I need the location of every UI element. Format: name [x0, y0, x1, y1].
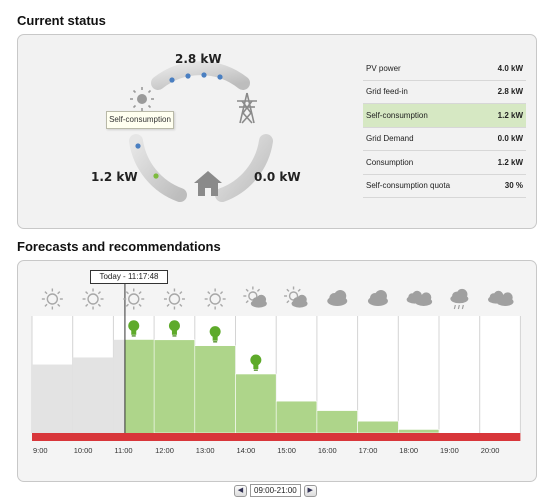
status-row-self-consumption-quota: Self-consumption quota 30 % — [363, 175, 526, 198]
self-consumption-dot — [153, 173, 159, 179]
status-row-grid-feed-in: Grid feed-in 2.8 kW — [363, 81, 526, 104]
rain-cloud-icon — [450, 288, 469, 310]
ring-segment-left — [129, 134, 187, 202]
clouds-icon — [488, 290, 514, 306]
row-label: Grid feed-in — [366, 87, 408, 97]
forecast-bar — [357, 420, 399, 434]
forecast-bar — [316, 410, 358, 434]
row-value: 2.8 kW — [497, 87, 523, 97]
flow-dot — [217, 74, 223, 80]
x-tick-label: 17:00 — [358, 446, 378, 455]
row-value: 4.0 kW — [497, 63, 523, 73]
x-tick-label: 20:00 — [480, 446, 500, 455]
sun-icon — [123, 288, 145, 310]
forecast-bar — [194, 345, 236, 434]
sun-cloud-icon — [284, 286, 308, 308]
row-value: 30 % — [504, 181, 523, 191]
x-tick-label: 12:00 — [155, 446, 174, 455]
flow-dot — [185, 73, 191, 79]
tooltip: Self-consumption — [106, 111, 174, 129]
row-label: Consumption — [366, 157, 414, 167]
cloud-icon — [367, 290, 388, 306]
sun-icon — [41, 288, 63, 310]
row-value: 0.0 kW — [497, 134, 523, 144]
row-value: 1.2 kW — [497, 110, 523, 120]
x-tick-label: 9:00 — [33, 446, 48, 455]
current-time-label: Today - 11:17:48 — [90, 270, 168, 284]
forecast-bar — [124, 339, 155, 433]
forecast-bar — [397, 429, 440, 434]
x-tick-label: 19:00 — [440, 446, 459, 455]
x-tick-label: 13:00 — [195, 446, 215, 455]
x-tick-label: 16:00 — [317, 446, 337, 455]
forecast-bar — [72, 357, 114, 433]
x-tick-label: 18:00 — [399, 446, 419, 455]
x-tick-label: 10:00 — [73, 446, 93, 455]
row-value: 1.2 kW — [497, 157, 523, 167]
status-panel: 2.8 kW 1.2 kW 0.0 kW Self-consumption PV… — [17, 34, 537, 229]
row-label: Self-consumption — [366, 110, 428, 120]
x-tick-label: 11:00 — [114, 446, 133, 455]
flow-dot — [169, 77, 175, 83]
forecast-bar — [235, 373, 277, 434]
forecast-panel: Today - 11:17:48 9:00 10:00 11:00 12:00 13:0… — [17, 260, 537, 482]
status-table: PV power 4.0 kW Grid feed-in 2.8 kW Self… — [363, 57, 526, 198]
next-range-button[interactable]: ▶ — [303, 484, 317, 497]
range-navigator: ◀ 09:00-21:00 ▶ — [234, 484, 317, 497]
status-title: Current status — [17, 13, 106, 28]
forecast-bar — [153, 339, 196, 434]
status-row-self-consumption[interactable]: Self-consumption 1.2 kW — [363, 104, 526, 128]
self-consumption-value: 1.2 kW — [91, 170, 138, 184]
sun-cloud-icon — [243, 286, 267, 308]
forecast-title: Forecasts and recommendations — [17, 239, 221, 254]
status-row-consumption: Consumption 1.2 kW — [363, 151, 526, 175]
row-label: PV power — [366, 63, 401, 73]
flow-dot — [201, 72, 207, 78]
forecast-bar — [32, 364, 73, 433]
row-label: Grid Demand — [366, 134, 414, 144]
house-icon — [194, 171, 222, 196]
pylon-icon — [237, 92, 257, 124]
sun-icon — [82, 288, 104, 310]
x-tick-label: 14:00 — [236, 446, 256, 455]
ring-segment-right — [215, 134, 273, 202]
grid-demand-bar — [32, 433, 521, 441]
sun-icon — [163, 288, 185, 310]
self-consumption-dot — [135, 143, 141, 149]
sun-icon — [204, 288, 226, 310]
forecast-bar — [113, 339, 125, 433]
cloud-icon — [327, 290, 348, 306]
status-row-grid-demand: Grid Demand 0.0 kW — [363, 128, 526, 151]
status-row-pv-power: PV power 4.0 kW — [363, 57, 526, 81]
grid-demand-value: 0.0 kW — [254, 170, 301, 184]
sun-icon — [130, 87, 154, 111]
row-label: Self-consumption quota — [366, 181, 451, 191]
forecast-bar — [275, 400, 318, 434]
grid-feed-in-value: 2.8 kW — [175, 52, 222, 66]
clouds-icon — [406, 290, 433, 306]
x-tick-label: 15:00 — [277, 446, 296, 455]
prev-range-button[interactable]: ◀ — [234, 484, 247, 497]
range-label: 09:00-21:00 — [250, 484, 301, 497]
